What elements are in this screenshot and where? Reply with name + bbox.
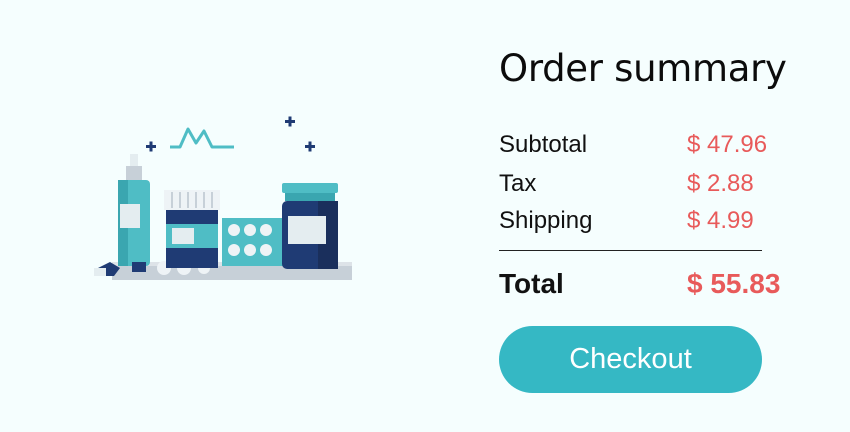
- tax-label: Tax: [499, 170, 537, 197]
- medicine-bottles-illustration: [94, 116, 352, 280]
- shipping-label: Shipping: [499, 207, 593, 234]
- subtotal-value: $ 47.96: [687, 131, 768, 158]
- total-value: $ 55.83: [687, 268, 781, 299]
- pill-bottle: [164, 190, 220, 268]
- blister-pack: [222, 218, 284, 266]
- summary-divider: [499, 250, 762, 251]
- medicine-jar: [282, 183, 338, 269]
- total-label: Total: [499, 268, 564, 299]
- heartbeat-line-icon: [170, 127, 234, 149]
- shipping-value: $ 4.99: [687, 207, 754, 234]
- order-summary-title: Order summary: [499, 47, 787, 90]
- checkout-button[interactable]: Checkout: [499, 326, 762, 393]
- subtotal-label: Subtotal: [499, 131, 588, 158]
- spray-bottle: [118, 154, 150, 266]
- tax-value: $ 2.88: [687, 170, 754, 197]
